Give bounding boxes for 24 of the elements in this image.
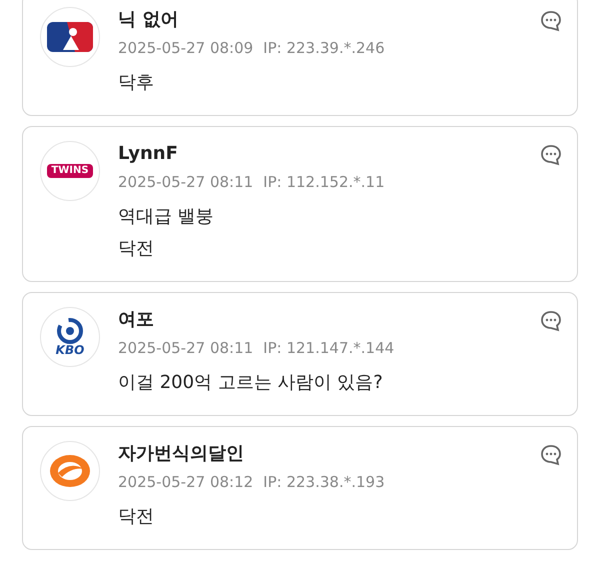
logo-text: TWINS [47,164,93,178]
reply-icon[interactable] [539,309,563,333]
author-name: 여포 [118,308,155,332]
reply-icon[interactable] [539,9,563,33]
ip-address: IP: 223.38.*.193 [263,472,385,493]
author-name: 닉 없어 [118,8,180,32]
reply-icon[interactable] [539,143,563,167]
author-name: 자가번식의달인 [118,442,245,466]
comment-text: 이걸 200억 고르는 사람이 있음? [118,371,384,395]
ip-address: IP: 121.147.*.144 [263,338,394,359]
author-name: LynnF [118,142,179,166]
comment-date: 2025-05-27 08:12 [118,472,254,493]
comment-date: 2025-05-27 08:09 [118,38,254,59]
swirl-icon [57,318,83,344]
comment-text: 닥후 [118,71,155,95]
ip-address: IP: 112.152.*.11 [263,172,385,193]
logo-text: KBO [56,344,84,356]
comment-text: 역대급 밸붕 [118,205,215,229]
comment-text: 닥전 [118,237,155,261]
ip-address: IP: 223.39.*.246 [263,38,385,59]
reply-icon[interactable] [539,443,563,467]
comment-text: 닥전 [118,505,155,529]
comment-date: 2025-05-27 08:11 [118,338,254,359]
comment-date: 2025-05-27 08:11 [118,172,254,193]
